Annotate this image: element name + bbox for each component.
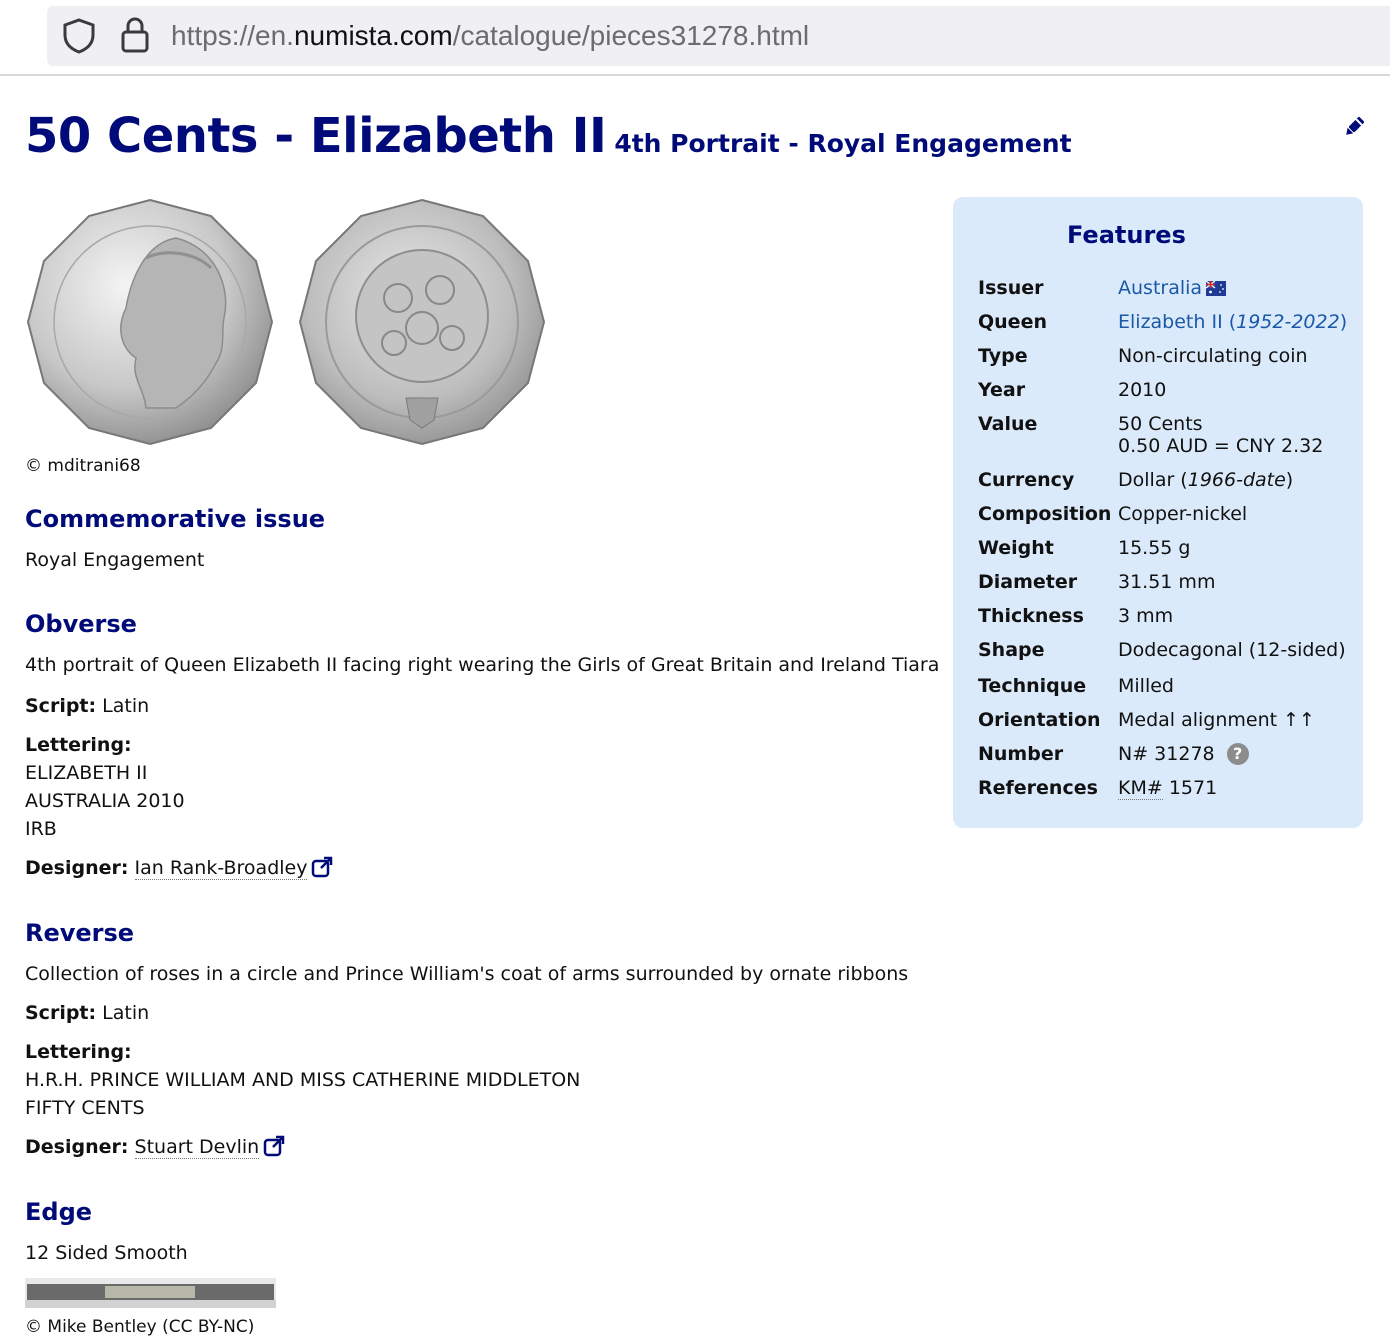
reverse-lettering-line: FIFTY CENTS [25,1097,145,1119]
feature-label: Orientation [978,709,1101,731]
feature-label: Queen [978,311,1047,333]
edge-credit: © Mike Bentley (CC BY-NC) [25,1317,255,1337]
feature-label: Shape [978,639,1045,661]
photo-credit: © mditrani68 [25,456,141,476]
feature-label: Issuer [978,277,1044,299]
commemorative-text: Royal Engagement [25,549,205,571]
catalogue-number: N# 31278 [1118,743,1215,765]
reverse-designer: Designer: Stuart Devlin [25,1133,285,1161]
designer-label: Designer: [25,1136,129,1158]
queen-link[interactable]: Elizabeth II (1952-2022) [1118,311,1347,333]
currency-years: 1966-date [1187,469,1286,491]
lock-icon[interactable] [120,16,150,54]
page-title: 50 Cents - Elizabeth II 4th Portrait - Ro… [25,108,1072,164]
feature-label: References [978,777,1098,799]
feature-label: Year [978,379,1026,401]
script-label: Script: [25,695,97,717]
designer-link[interactable]: Stuart Devlin [134,1136,260,1159]
obverse-lettering-line: ELIZABETH II [25,762,148,784]
queen-years: 1952-2022 [1236,311,1340,333]
reverse-heading: Reverse [25,919,135,947]
feature-label: Number [978,743,1064,765]
feature-value: Copper-nickel [1118,503,1248,525]
browser-toolbar: https://en.numista.com/catalogue/pieces3… [0,0,1390,76]
feature-label: Diameter [978,571,1078,593]
lettering-label: Lettering: [25,734,132,756]
external-link-icon[interactable] [311,856,333,878]
obverse-heading: Obverse [25,610,137,638]
exchange-rate: 0.50 AUD = CNY 2.32 [1118,435,1324,457]
obverse-script: Script: Latin [25,692,149,720]
feature-value: 50 Cents [1118,413,1203,435]
feature-label: Weight [978,537,1054,559]
feature-label: Type [978,345,1028,367]
designer-link[interactable]: Ian Rank-Broadley [134,857,308,880]
feature-label: Technique [978,675,1087,697]
title-main: 50 Cents - Elizabeth II [25,108,607,164]
features-heading: Features [1067,221,1186,249]
script-value: Latin [102,1002,150,1024]
currency-name[interactable]: Dollar ( [1118,469,1188,491]
reverse-script: Script: Latin [25,999,149,1027]
reverse-coin-image[interactable] [298,198,546,446]
reference-catalogue[interactable]: KM# [1118,777,1163,800]
australia-flag-icon [1206,281,1227,296]
script-value: Latin [102,695,150,717]
queen-name: Elizabeth II ( [1118,311,1237,333]
feature-value: Non-circulating coin [1118,345,1308,367]
url-prefix: https://en. [171,20,294,51]
obverse-lettering-line: IRB [25,818,57,840]
feature-value: Medal alignment ↑↑ [1118,709,1315,731]
title-subtitle: 4th Portrait - Royal Engagement [614,129,1072,158]
feature-label: Currency [978,469,1075,491]
feature-value: Milled [1118,675,1174,697]
edge-text: 12 Sided Smooth [25,1242,188,1264]
obverse-description: 4th portrait of Queen Elizabeth II facin… [25,654,940,676]
obverse-designer: Designer: Ian Rank-Broadley [25,854,333,882]
feature-label: Value [978,413,1038,435]
feature-value: 3 mm [1118,605,1174,627]
reverse-lettering-line: H.R.H. PRINCE WILLIAM AND MISS CATHERINE… [25,1069,581,1091]
feature-value: 15.55 g [1118,537,1191,559]
reverse-description: Collection of roses in a circle and Prin… [25,963,909,985]
commemorative-heading: Commemorative issue [25,505,326,533]
url-path: /catalogue/pieces31278.html [452,20,810,51]
feature-value: 31.51 mm [1118,571,1216,593]
obverse-coin-image[interactable] [26,198,274,446]
queen-close: ) [1339,311,1348,333]
help-icon[interactable]: ? [1226,743,1249,765]
obverse-lettering-line: AUSTRALIA 2010 [25,790,185,812]
edit-pencil-icon[interactable] [1342,114,1366,140]
feature-label: Composition [978,503,1112,525]
script-label: Script: [25,1002,97,1024]
edge-image[interactable] [25,1278,276,1308]
lettering-label: Lettering: [25,1041,132,1063]
url-text[interactable]: https://en.numista.com/catalogue/pieces3… [171,20,809,52]
feature-value: Dodecagonal (12-sided) [1118,639,1346,661]
reference-number: 1571 [1168,777,1218,799]
external-link-icon[interactable] [263,1135,285,1157]
feature-label: Thickness [978,605,1084,627]
edge-heading: Edge [25,1198,93,1226]
designer-label: Designer: [25,857,129,879]
feature-value: 2010 [1118,379,1167,401]
issuer-link[interactable]: Australia [1118,277,1202,299]
url-domain: numista.com [293,20,453,51]
features-panel: Features Issuer Australia Queen Elizabet… [953,197,1363,828]
shield-icon[interactable] [62,18,96,54]
currency-close: ) [1285,469,1294,491]
